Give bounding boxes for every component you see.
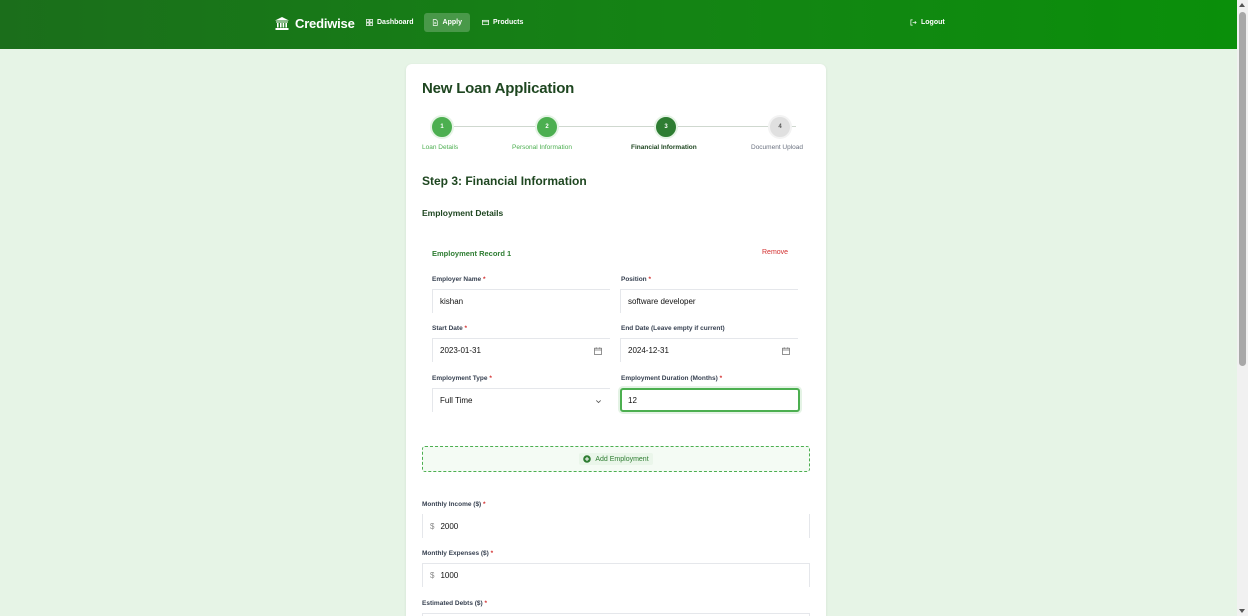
employment-duration-value: 12	[628, 395, 637, 405]
start-date-value: 2023-01-31	[440, 346, 481, 355]
bank-icon	[275, 16, 289, 30]
logout-button[interactable]: Logout	[902, 13, 953, 32]
logout-icon	[910, 19, 917, 26]
start-date-label: Start Date *	[432, 325, 467, 332]
required-marker: *	[648, 276, 651, 283]
monthly-expenses-label: Monthly Expenses ($) *	[422, 550, 493, 557]
required-marker: *	[482, 276, 486, 283]
nav-products[interactable]: Products	[474, 13, 531, 32]
required-marker: *	[719, 375, 723, 382]
logout-label: Logout	[921, 19, 945, 26]
employer-name-label: Employer Name *	[432, 276, 485, 283]
grid-icon	[366, 19, 373, 26]
page-title: New Loan Application	[422, 80, 575, 97]
employment-type-value: Full Time	[440, 396, 473, 405]
estimated-debts-label: Estimated Debts ($) *	[422, 600, 487, 607]
add-employment-button[interactable]: Add Employment	[422, 446, 810, 472]
loan-application-card: New Loan Application 1 Loan Details 2 Pe…	[406, 64, 826, 616]
credit-card-icon	[482, 19, 489, 26]
end-date-value: 2024-12-31	[628, 346, 669, 355]
employment-record-title: Employment Record 1	[432, 249, 512, 258]
monthly-income-input[interactable]: $ 2000	[422, 514, 810, 538]
top-navbar: Crediwise Dashboard Apply Products Logou…	[0, 0, 1237, 49]
duration-label: Employment Duration (Months) *	[621, 375, 722, 382]
employment-duration-input[interactable]: 12	[620, 388, 800, 412]
step-3-number: 3	[664, 124, 668, 130]
remove-employment-button[interactable]: Remove	[762, 249, 788, 256]
start-date-label-text: Start Date	[432, 325, 463, 332]
employment-type-label: Employment Type *	[432, 375, 492, 382]
step-title: Step 3: Financial Information	[422, 174, 587, 188]
employer-name-label-text: Employer Name	[432, 276, 482, 283]
employment-section-title: Employment Details	[422, 208, 504, 218]
end-date-input[interactable]: 2024-12-31	[620, 338, 798, 362]
plus-circle-icon	[583, 455, 592, 463]
scrollbar-thumb[interactable]	[1239, 12, 1246, 366]
nav-products-label: Products	[493, 19, 524, 26]
position-label: Position *	[621, 276, 651, 283]
add-employment-content: Add Employment	[579, 453, 653, 465]
required-marker: *	[484, 600, 488, 607]
nav-dashboard[interactable]: Dashboard	[358, 13, 422, 32]
monthly-income-label-text: Monthly Income ($)	[422, 501, 482, 508]
step-2-circle[interactable]: 2	[535, 115, 559, 139]
employer-name-input[interactable]: kishan	[432, 289, 610, 313]
step-1-number: 1	[440, 124, 444, 130]
calendar-icon[interactable]	[782, 347, 790, 355]
brand-name: Crediwise	[295, 15, 355, 31]
employment-type-select[interactable]: Full Time	[432, 388, 610, 412]
scroll-up-arrow[interactable]	[1239, 3, 1245, 7]
required-marker: *	[483, 501, 486, 508]
monthly-income-label: Monthly Income ($) *	[422, 501, 486, 508]
step-4-circle[interactable]: 4	[768, 115, 792, 139]
duration-label-text: Employment Duration (Months)	[621, 375, 718, 382]
currency-prefix: $	[430, 571, 435, 580]
employment-type-label-text: Employment Type	[432, 375, 488, 382]
currency-prefix: $	[430, 521, 435, 531]
step-1-circle[interactable]: 1	[430, 115, 454, 139]
monthly-income-value: 2000	[440, 521, 459, 531]
position-label-text: Position	[621, 276, 647, 283]
step-4-label[interactable]: Document Upload	[751, 144, 803, 151]
required-marker: *	[490, 550, 494, 557]
start-date-input[interactable]: 2023-01-31	[432, 338, 610, 362]
nav-apply[interactable]: Apply	[424, 13, 470, 32]
step-4-number: 4	[778, 124, 782, 130]
nav-dashboard-label: Dashboard	[377, 19, 414, 26]
nav-apply-label: Apply	[442, 19, 462, 26]
position-input[interactable]: software developer	[620, 289, 798, 313]
step-2-label[interactable]: Personal Information	[512, 144, 572, 151]
calendar-icon[interactable]	[594, 347, 602, 355]
monthly-expenses-label-text: Monthly Expenses ($)	[422, 550, 489, 557]
required-marker: *	[464, 325, 468, 332]
step-3-circle[interactable]: 3	[654, 115, 678, 139]
add-employment-label: Add Employment	[595, 455, 649, 463]
step-1-label[interactable]: Loan Details	[422, 144, 458, 151]
monthly-expenses-value: 1000	[440, 571, 459, 580]
document-icon	[432, 19, 438, 26]
monthly-expenses-input[interactable]: $ 1000	[422, 563, 810, 587]
employer-name-value: kishan	[440, 297, 464, 306]
scroll-down-arrow[interactable]	[1239, 609, 1245, 613]
stepper-line	[454, 126, 796, 127]
chevron-down-icon	[596, 400, 601, 404]
step-2-number: 2	[545, 124, 549, 130]
required-marker: *	[489, 375, 492, 382]
position-value: software developer	[628, 297, 696, 306]
brand-logo[interactable]: Crediwise	[275, 13, 355, 33]
estimated-debts-label-text: Estimated Debts ($)	[422, 600, 483, 607]
step-3-label[interactable]: Financial Information	[631, 144, 697, 151]
page-scrollbar[interactable]	[1237, 0, 1248, 616]
end-date-label: End Date (Leave empty if current)	[621, 325, 725, 332]
